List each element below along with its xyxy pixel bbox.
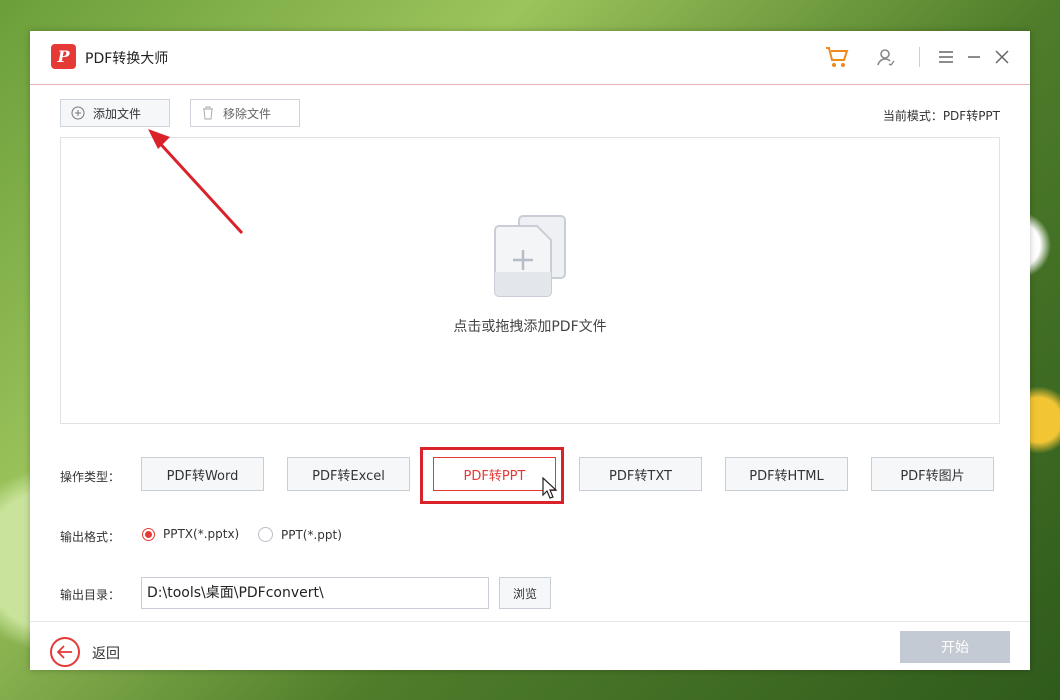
op-pdf-to-word-button[interactable]: PDF转Word [141, 457, 264, 491]
app-title: PDF转换大师 [85, 51, 169, 67]
annotation-arrow [148, 129, 244, 235]
op-pdf-to-txt-button[interactable]: PDF转TXT [579, 457, 702, 491]
mouse-cursor-icon [542, 477, 558, 499]
format-ppt-radio[interactable]: PPT(*.ppt) [258, 527, 342, 542]
remove-file-button[interactable]: 移除文件 [190, 99, 300, 127]
drop-zone-hint: 点击或拖拽添加PDF文件 [453, 319, 607, 335]
title-bar: P PDF转换大师 [30, 31, 1030, 85]
footer-bar: 返回 开始 [30, 621, 1030, 671]
output-path-input[interactable]: D:\tools\桌面\PDFconvert\ [141, 577, 489, 609]
radio-checked-icon [142, 527, 155, 541]
back-button[interactable] [50, 637, 80, 667]
start-button[interactable]: 开始 [900, 631, 1010, 663]
arrow-left-icon [57, 645, 72, 659]
format-ppt-label: PPT(*.ppt) [281, 527, 342, 542]
remove-file-label: 移除文件 [223, 106, 272, 121]
app-window: P PDF转换大师 添加文件 移除文件 当前模式：PDF转PPT 点击或拖拽添加… [30, 31, 1030, 670]
add-document-icon [494, 215, 566, 297]
current-mode-label: 当前模式：PDF转PPT [882, 109, 1000, 123]
titlebar-divider [919, 47, 920, 67]
close-icon[interactable] [995, 46, 1009, 68]
back-label[interactable]: 返回 [92, 643, 120, 663]
format-pptx-radio[interactable]: PPTX(*.pptx) [142, 527, 239, 541]
radio-unchecked-icon [258, 527, 273, 542]
output-format-label: 输出格式： [60, 530, 121, 544]
cart-icon[interactable] [825, 46, 849, 68]
add-file-label: 添加文件 [93, 106, 142, 121]
format-pptx-label: PPTX(*.pptx) [163, 527, 240, 541]
menu-icon[interactable] [938, 46, 954, 68]
add-file-button[interactable]: 添加文件 [60, 99, 170, 127]
output-directory-label: 输出目录： [60, 588, 121, 602]
app-logo: P [51, 44, 76, 69]
minimize-icon[interactable] [967, 46, 981, 68]
browse-button[interactable]: 浏览 [499, 577, 551, 609]
op-pdf-to-html-button[interactable]: PDF转HTML [725, 457, 848, 491]
operation-type-label: 操作类型： [60, 470, 121, 484]
op-pdf-to-image-button[interactable]: PDF转图片 [871, 457, 994, 491]
trash-icon [203, 106, 213, 120]
plus-circle-icon [71, 106, 85, 120]
op-pdf-to-excel-button[interactable]: PDF转Excel [287, 457, 410, 491]
user-icon[interactable] [875, 46, 895, 68]
